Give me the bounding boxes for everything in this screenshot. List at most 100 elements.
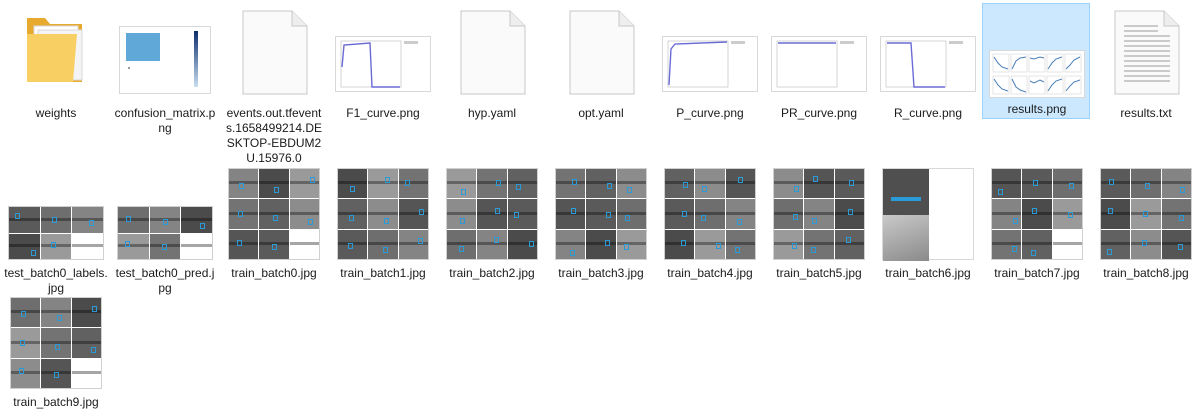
mosaic-tile: [665, 199, 695, 229]
bounding-box-mark: [1144, 182, 1150, 189]
mosaic-tile: [586, 169, 616, 199]
bounding-box-mark: [271, 243, 277, 250]
mosaic-tile: [695, 229, 725, 259]
mosaic-tile: [616, 199, 646, 229]
mosaic-tile: [447, 229, 477, 259]
bounding-box-mark: [624, 244, 630, 251]
mosaic-tile: [804, 199, 834, 229]
mosaic-thumbnail: [4, 164, 108, 264]
mosaic-tile: [41, 328, 71, 358]
results-thumbnail: [985, 4, 1089, 104]
bounding-box-mark: [605, 240, 611, 247]
bounding-box-mark: [308, 218, 314, 225]
bounding-box-mark: [385, 176, 391, 183]
mosaic-tile: [181, 207, 212, 233]
bounding-box-mark: [91, 305, 97, 312]
bounding-box-mark: [606, 211, 612, 218]
bounding-box-mark: [237, 211, 243, 218]
bounding-box-mark: [812, 218, 818, 225]
mosaic-tile: [725, 229, 755, 259]
bounding-box-mark: [1106, 249, 1112, 256]
bounding-box-mark: [1142, 239, 1148, 246]
mosaic-tile: [477, 169, 507, 199]
mosaic-tile: [40, 207, 72, 233]
bounding-box-mark: [701, 214, 707, 221]
file-name: train_batch7.jpg: [994, 266, 1080, 280]
mosaic-thumbnail: [440, 164, 544, 264]
bounding-box-mark: [461, 189, 467, 196]
mosaic-thumbnail: [1094, 164, 1197, 264]
bounding-box-mark: [494, 236, 500, 243]
bounding-box-mark: [50, 241, 56, 248]
file-name: events.out.tfevents.1658499214.DESKTOP-E…: [225, 106, 323, 165]
mosaic-tile: [616, 169, 646, 199]
mosaic-tile: [229, 169, 259, 199]
f1-curve-thumbnail: [331, 4, 435, 104]
file-name: train_batch9.jpg: [13, 395, 99, 409]
mosaic-tile: [1131, 169, 1161, 199]
mosaic-tile: [477, 199, 507, 229]
bounding-box-mark: [529, 240, 535, 247]
mosaic-tile: [695, 169, 725, 199]
bounding-box-mark: [682, 211, 687, 218]
bounding-box-mark: [1031, 249, 1037, 256]
file-name: R_curve.png: [893, 106, 963, 120]
bounding-box-mark: [1108, 207, 1114, 214]
mosaic-tile: [992, 169, 1022, 199]
bounding-box-mark: [1033, 179, 1039, 186]
mosaic-thumbnail: [876, 164, 980, 264]
bounding-box-mark: [1178, 215, 1184, 222]
bounding-box-mark: [56, 315, 62, 321]
mosaic-tile: [40, 233, 72, 259]
mosaic-tile: [1161, 169, 1191, 199]
mosaic-tile: [1052, 169, 1082, 199]
bounding-box-mark: [88, 220, 94, 226]
mosaic-tile: [41, 358, 71, 388]
mosaic-tile: [804, 169, 834, 199]
bounding-box-mark: [736, 218, 742, 225]
mosaic-thumbnail: [985, 164, 1089, 264]
bounding-box-mark: [54, 372, 60, 379]
mosaic-tile: [398, 169, 428, 199]
bounding-box-mark: [572, 179, 578, 186]
mosaic-tile: [338, 229, 368, 259]
bounding-box-mark: [404, 180, 410, 187]
bounding-box-mark: [848, 180, 854, 187]
folder-icon: [4, 4, 108, 104]
mosaic-tile: [118, 207, 149, 233]
bounding-box-mark: [236, 239, 242, 246]
mosaic-tile: [1101, 229, 1131, 259]
file-name: train_batch6.jpg: [885, 266, 971, 280]
bounding-box-mark: [309, 177, 315, 184]
bounding-box-mark: [1011, 246, 1017, 253]
mosaic-tile: [695, 199, 725, 229]
bounding-box-mark: [846, 237, 852, 244]
mosaic-tile: [181, 233, 212, 259]
mosaic-tile: [507, 169, 537, 199]
file-name: P_curve.png: [676, 106, 744, 120]
file-name: train_batch8.jpg: [1103, 266, 1189, 280]
bounding-box-mark: [1068, 183, 1074, 190]
bounding-box-mark: [15, 213, 21, 220]
mosaic-tile: [72, 207, 103, 233]
mosaic-tile: [1022, 199, 1052, 229]
mosaic-tile: [338, 199, 368, 229]
bounding-box-mark: [18, 368, 24, 375]
mosaic-tile: [289, 199, 319, 229]
mosaic-tile: [447, 169, 477, 199]
mosaic-tile: [556, 169, 586, 199]
file-name: weights: [35, 106, 77, 120]
mosaic-tile: [398, 199, 428, 229]
pr-curve-thumbnail: [767, 4, 871, 104]
mosaic-tile: [834, 229, 864, 259]
mosaic-tile: [586, 229, 616, 259]
bounding-box-mark: [495, 208, 501, 215]
bounding-box-mark: [998, 188, 1004, 195]
bounding-box-mark: [847, 208, 853, 215]
mosaic-tile: [447, 199, 477, 229]
mosaic-tile: [368, 229, 398, 259]
mosaic-tile: [11, 328, 41, 358]
bounding-box-mark: [382, 246, 388, 253]
file-name: train_batch3.jpg: [558, 266, 644, 280]
mosaic-tile: [72, 233, 103, 259]
